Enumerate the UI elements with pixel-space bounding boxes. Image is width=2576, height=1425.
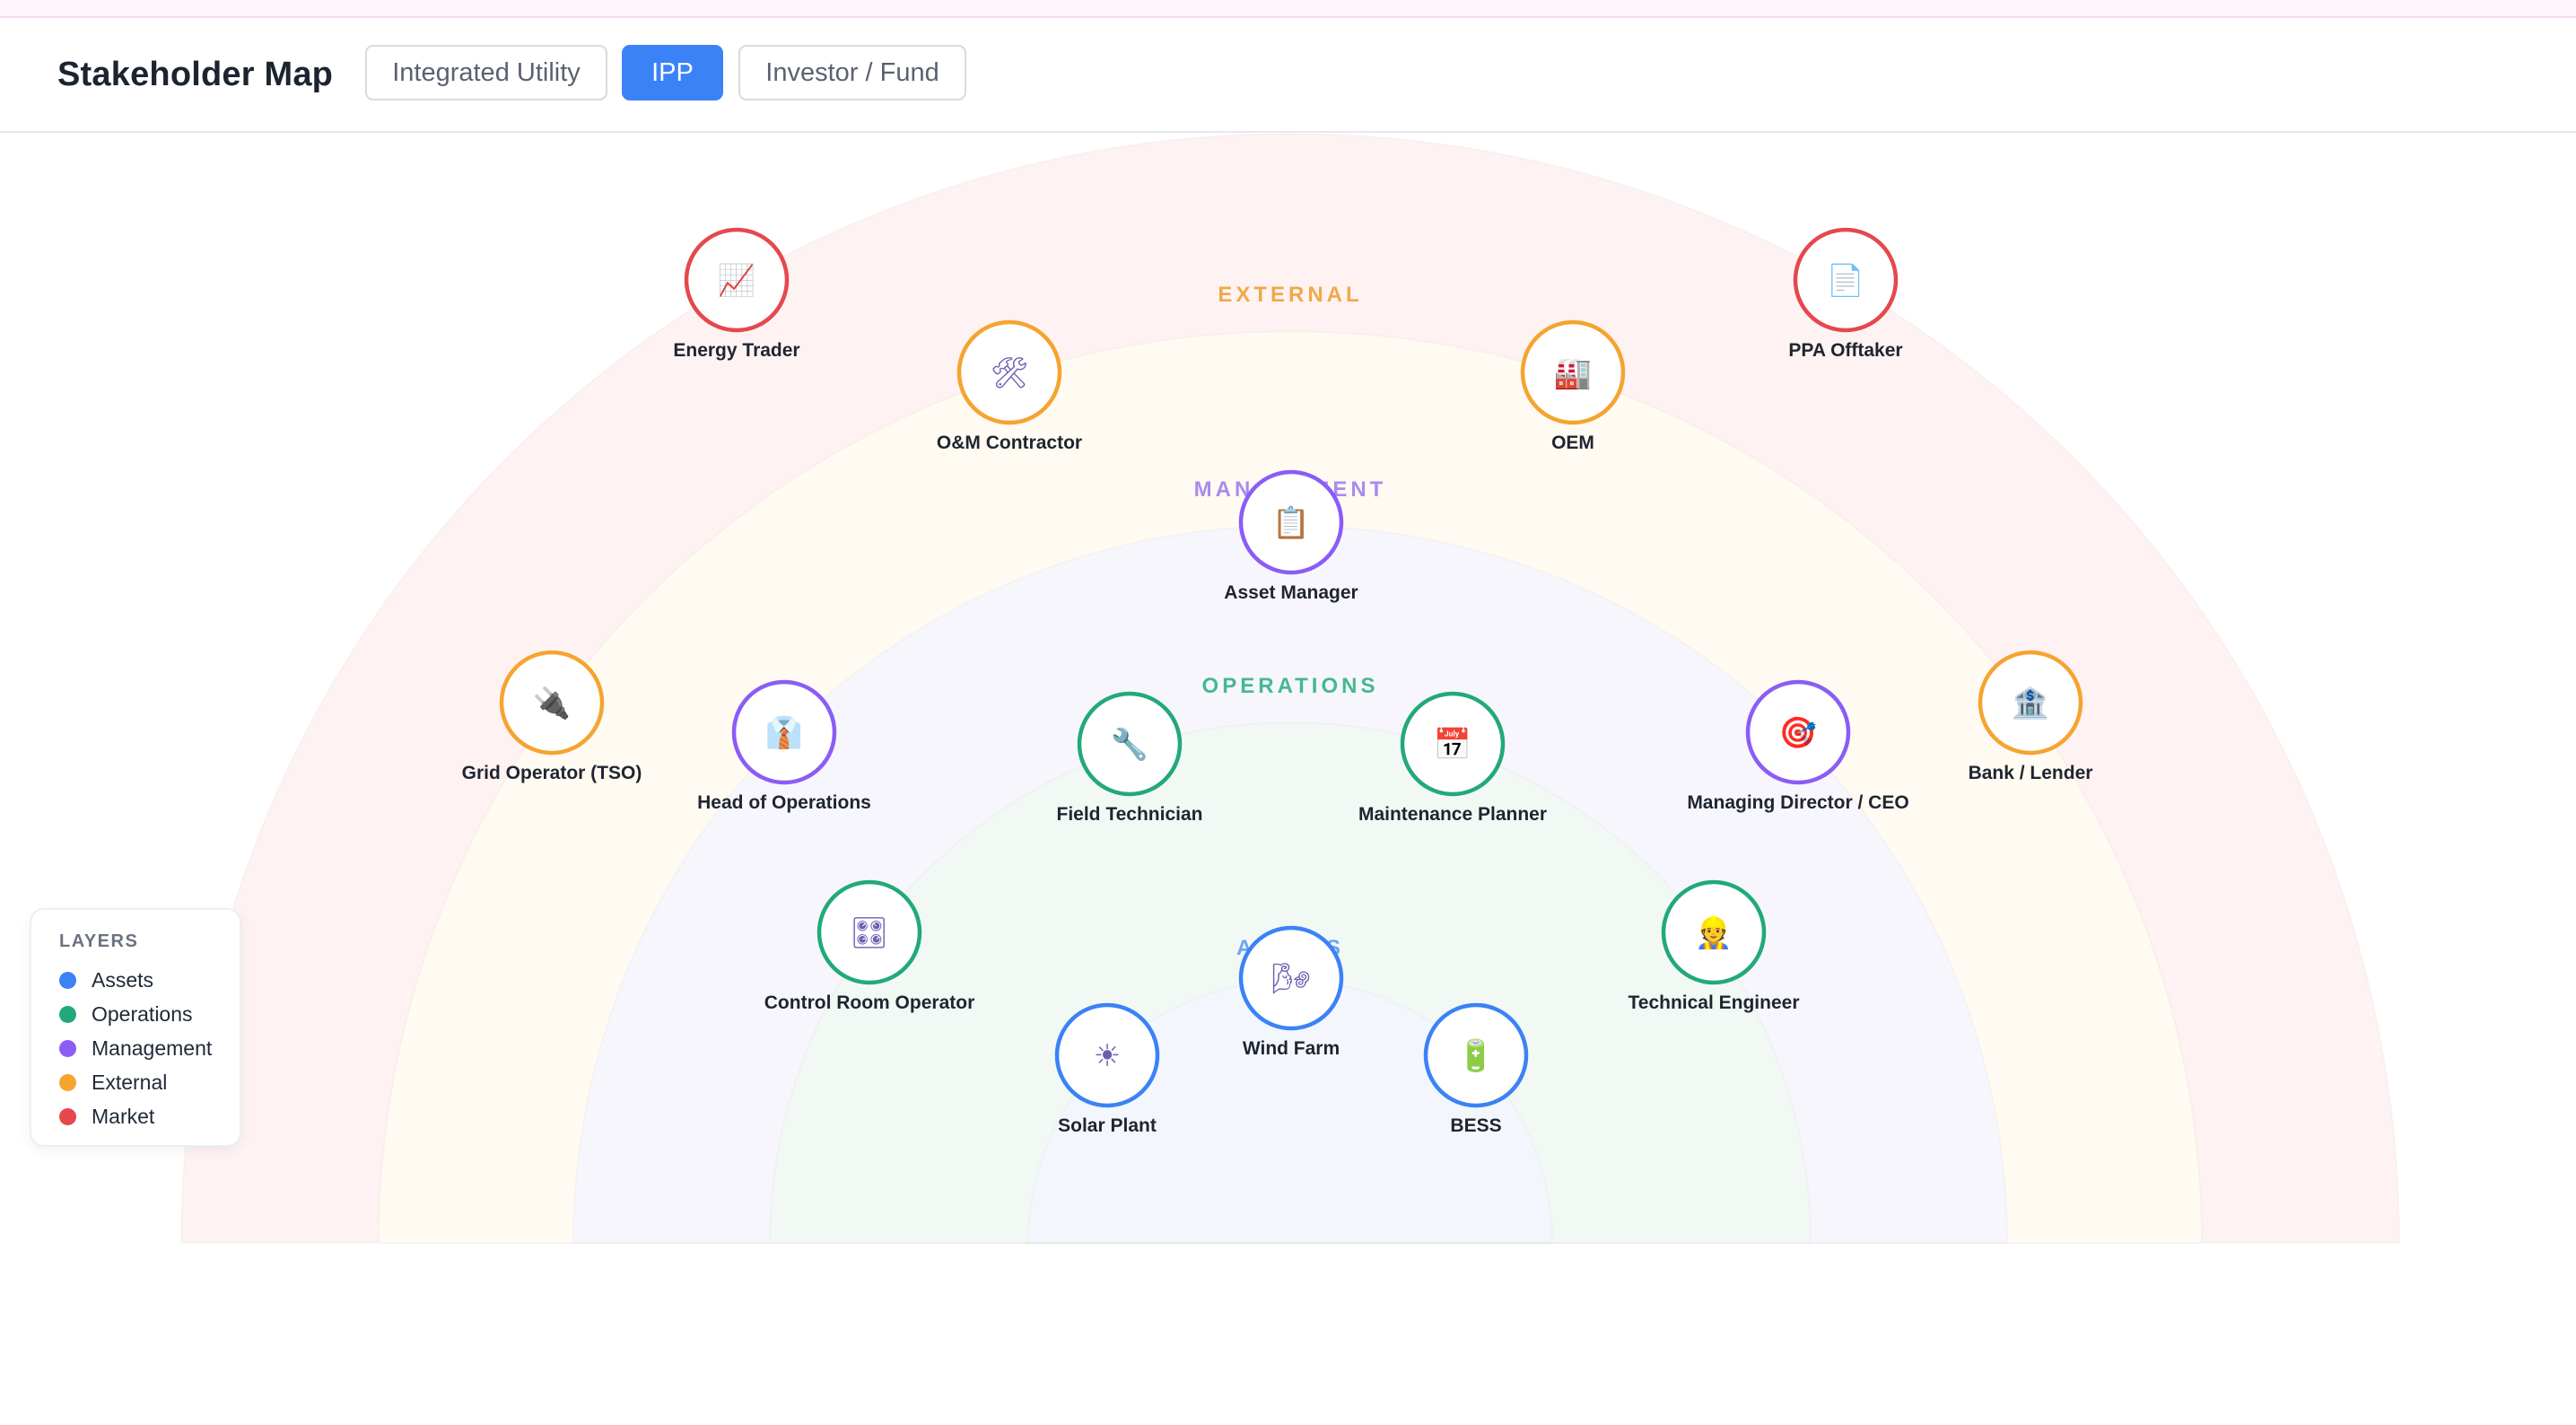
node-label: Technical Engineer — [1629, 992, 1800, 1013]
legend-item-market: Market — [59, 1099, 240, 1133]
node-label: BESS — [1450, 1115, 1501, 1136]
factory-icon: 🏭 — [1554, 355, 1592, 391]
stakeholder-diagram: EXTERNALMANAGEMENTOPERATIONSASSETS📈Energ… — [181, 134, 2399, 1243]
node-label: Field Technician — [1057, 804, 1203, 825]
ring-label-operations: OPERATIONS — [1202, 674, 1379, 698]
wrench-icon: 🔧 — [1111, 726, 1148, 763]
legend-item-operations: Operations — [59, 997, 240, 1031]
legend-item-management: Management — [59, 1031, 240, 1065]
legend-label: External — [92, 1070, 168, 1094]
legend-dot-management — [59, 1039, 76, 1057]
ring-label-external: EXTERNAL — [1218, 283, 1362, 307]
legend-dot-external — [59, 1073, 76, 1091]
legend-item-external: External — [59, 1065, 240, 1099]
stakeholder-node-wind-farm[interactable]: 🌬 Wind Farm — [1238, 925, 1344, 1059]
person-in-suit-icon: 👔 — [765, 715, 803, 751]
node-label: O&M Contractor — [937, 433, 1082, 453]
stakeholder-node-energy-trader[interactable]: 📈 Energy Trader — [673, 227, 800, 361]
legend-title: LAYERS — [59, 931, 139, 951]
bank-icon: 🏦 — [2012, 686, 2049, 721]
legend-label: Market — [92, 1104, 155, 1128]
clipboard-icon: 📋 — [1272, 505, 1310, 541]
node-label: Maintenance Planner — [1358, 804, 1547, 825]
sun-icon: ☀ — [1094, 1038, 1121, 1074]
legend-dot-market — [59, 1107, 76, 1125]
battery-icon: 🔋 — [1457, 1038, 1495, 1074]
engineer-icon: 👷 — [1695, 915, 1733, 951]
legend-dot-assets — [59, 971, 76, 989]
plug-icon: 🔌 — [533, 686, 571, 721]
stakeholder-node-solar-plant[interactable]: ☀ Solar Plant — [1054, 1002, 1160, 1136]
layers-legend: LAYERS Assets Operations Management Exte… — [30, 908, 241, 1147]
node-label: Asset Manager — [1224, 582, 1358, 603]
legend-item-assets: Assets — [59, 963, 240, 997]
document-icon: 📄 — [1827, 263, 1864, 299]
chart-increasing-icon: 📈 — [718, 263, 755, 299]
control-knobs-icon: 🎛 — [850, 915, 888, 951]
node-label: Bank / Lender — [1969, 763, 2093, 783]
node-label: Wind Farm — [1243, 1038, 1340, 1059]
legend-label: Management — [92, 1036, 213, 1060]
legend-label: Operations — [92, 1001, 193, 1026]
legend-label: Assets — [92, 967, 154, 992]
target-icon: 🎯 — [1779, 715, 1817, 751]
node-label: OEM — [1551, 433, 1594, 453]
calendar-icon: 📅 — [1434, 727, 1471, 763]
node-label: Managing Director / CEO — [1687, 792, 1908, 813]
legend-dot-operations — [59, 1005, 76, 1023]
node-label: Grid Operator (TSO) — [462, 763, 642, 783]
node-label: Head of Operations — [697, 792, 871, 813]
hammer-and-wrench-icon: 🛠 — [990, 355, 1028, 391]
node-label: Energy Trader — [673, 340, 799, 361]
stakeholder-node-ppa-offtaker[interactable]: 📄 PPA Offtaker — [1788, 227, 1903, 361]
node-label: PPA Offtaker — [1788, 340, 1902, 361]
wind-turbine-icon: 🌬 — [1271, 961, 1310, 997]
node-label: Control Room Operator — [764, 992, 975, 1013]
node-label: Solar Plant — [1058, 1115, 1157, 1136]
